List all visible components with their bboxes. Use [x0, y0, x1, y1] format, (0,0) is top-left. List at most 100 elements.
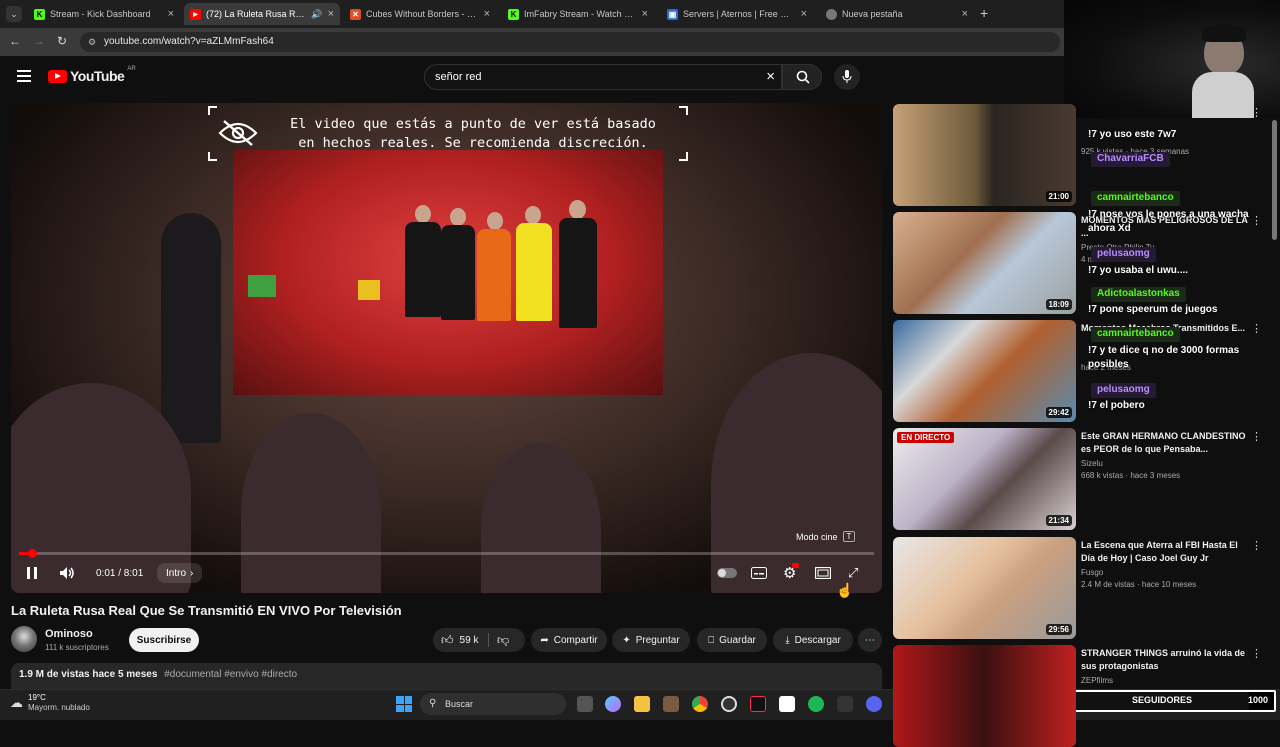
tiktok-icon[interactable] [750, 696, 766, 712]
forward-icon[interactable]: → [33, 34, 45, 48]
person-head [525, 206, 541, 224]
hd-badge [792, 563, 799, 568]
pause-button[interactable] [27, 565, 37, 581]
close-tab-icon[interactable]: × [328, 8, 334, 20]
chat-username[interactable]: pelusaomg [1091, 247, 1156, 262]
recommendation-channel[interactable]: ZEPfilms [1081, 675, 1113, 687]
new-tab-button[interactable]: + [980, 5, 988, 21]
channel-name[interactable]: Ominoso [45, 628, 93, 640]
browser-tab[interactable]: ✕ Cubes Without Borders - Mine × [344, 3, 496, 25]
voice-search-button[interactable] [834, 64, 860, 90]
video-thumbnail[interactable]: 29:56 [893, 537, 1076, 639]
channel-avatar[interactable] [11, 626, 37, 652]
close-tab-icon[interactable]: × [962, 8, 968, 20]
theater-mode-icon[interactable] [815, 565, 831, 581]
recommendation-meta: 2.4 M de vistas · hace 10 meses [1081, 580, 1197, 589]
obs-icon[interactable] [721, 696, 737, 712]
recommendation-channel[interactable]: Sizelu [1081, 458, 1103, 470]
close-tab-icon[interactable]: × [642, 8, 648, 20]
subscribe-button[interactable]: Suscribirse [129, 628, 199, 652]
clear-search-icon[interactable]: × [766, 65, 775, 89]
recommendation-title[interactable]: STRANGER THINGS arruinó la vida de sus p… [1081, 647, 1253, 673]
youtube-play-icon [48, 69, 67, 83]
progress-bar[interactable] [19, 549, 874, 558]
chat-username[interactable]: camnairtebanco [1091, 191, 1180, 206]
youtube-logo[interactable]: YouTube AR [48, 66, 136, 84]
person-head [450, 208, 466, 226]
windows-start-icon[interactable] [396, 696, 412, 712]
speaker-icon[interactable]: 🔊 [311, 9, 322, 20]
chat-username[interactable]: pelusaomg [1091, 383, 1156, 398]
duration-badge: 29:56 [1045, 624, 1072, 635]
chrome-icon[interactable] [692, 696, 708, 712]
volume-button[interactable] [59, 565, 75, 581]
tab-search-icon[interactable]: ⌄ [6, 6, 22, 22]
browser-tab[interactable]: K Stream - Kick Dashboard × [28, 3, 180, 25]
more-options-icon[interactable]: ⋮ [1251, 430, 1262, 443]
weather-widget[interactable]: ☁ 19°C Mayorm. nublado [10, 693, 90, 713]
browser-tab-active[interactable]: ▶ (72) La Ruleta Rusa Real Qu 🔊 × [184, 3, 340, 25]
video-player[interactable]: El video que estás a punto de ver está b… [11, 103, 882, 593]
chat-message: !7 yo uso este 7w7 [1088, 129, 1177, 140]
chat-username[interactable]: Adictoalastonkas [1091, 287, 1186, 302]
settings-gear-icon[interactable]: ⚙ [783, 563, 799, 582]
person-head [487, 212, 503, 230]
discord-icon[interactable] [866, 696, 882, 712]
spotify-icon[interactable] [808, 696, 824, 712]
reload-icon[interactable]: ↻ [57, 34, 67, 48]
close-tab-icon[interactable]: × [168, 8, 174, 20]
browser-tab[interactable]: K ImFabry Stream - Watch Live o × [502, 3, 654, 25]
chat-username[interactable]: camnairtebanco [1091, 327, 1180, 342]
video-thumbnail[interactable]: 21:00 [893, 104, 1076, 206]
more-options-icon[interactable]: ⋮ [1251, 647, 1262, 660]
video-thumbnail[interactable] [893, 645, 1076, 747]
file-explorer-icon[interactable] [634, 696, 650, 712]
task-view-icon[interactable] [577, 696, 593, 712]
menu-icon[interactable] [17, 70, 31, 82]
recommendation-title[interactable]: Este GRAN HERMANO CLANDESTINO es PEOR de… [1081, 430, 1253, 456]
download-button[interactable]: ⤓ Descargar [773, 628, 853, 652]
chat-username[interactable]: ChavarriaFCB [1091, 152, 1170, 167]
share-icon: ➦ [540, 634, 549, 646]
browser-tab[interactable]: Nueva pestaña × [820, 3, 974, 25]
epic-games-icon[interactable] [837, 696, 853, 712]
video-title: La Ruleta Rusa Real Que Se Transmitió EN… [11, 603, 402, 618]
autoplay-toggle[interactable] [717, 565, 737, 581]
video-thumbnail[interactable]: 18:09 [893, 212, 1076, 314]
eye-slash-icon [218, 120, 258, 146]
taskbar-search[interactable]: ⚲ Buscar [420, 693, 566, 715]
share-button[interactable]: ➦ Compartir [531, 628, 607, 652]
like-button[interactable]: 👍︎ 59 k [441, 633, 478, 648]
browser-tab[interactable]: ▣ Servers | Aternos | Free Minecra × [661, 3, 813, 25]
copilot-icon[interactable] [605, 696, 621, 712]
progress-scrubber[interactable] [27, 549, 37, 558]
like-dislike-group: 👍︎ 59 k 👎︎ [433, 628, 525, 652]
fullscreen-icon[interactable]: ⤢ [848, 565, 858, 581]
thumbs-up-icon: 👍︎ [441, 632, 454, 647]
warning-text-line1: El video que estás a punto de ver está b… [290, 116, 656, 132]
chapter-button[interactable]: Intro › [157, 563, 203, 583]
url-field[interactable]: ⚙ youtube.com/watch?v=aZLMmFash64 [80, 32, 1060, 52]
app-icon[interactable] [663, 696, 679, 712]
more-actions-button[interactable]: ⋯ [858, 628, 882, 652]
dislike-button[interactable]: 👎︎ [497, 633, 509, 648]
search-button[interactable] [782, 64, 822, 90]
more-options-icon[interactable]: ⋮ [1251, 106, 1262, 119]
site-info-icon[interactable]: ⚙ [88, 32, 96, 52]
video-thumbnail[interactable]: 29:42 [893, 320, 1076, 422]
recommendation-channel[interactable]: Fusgo [1081, 567, 1103, 579]
more-options-icon[interactable]: ⋮ [1251, 539, 1262, 552]
recommendation-title[interactable]: La Escena que Aterra al FBI Hasta El Día… [1081, 539, 1253, 565]
capcut-icon[interactable] [779, 696, 795, 712]
close-tab-icon[interactable]: × [801, 8, 807, 20]
video-stage-backdrop [233, 150, 663, 395]
subtitles-icon[interactable] [751, 565, 767, 581]
back-icon[interactable]: ← [9, 34, 21, 48]
ask-button[interactable]: ✦ Preguntar [612, 628, 690, 652]
more-options-icon[interactable]: ⋮ [1251, 322, 1262, 335]
video-thumbnail[interactable]: 21:34 EN DIRECTO [893, 428, 1076, 530]
search-input[interactable]: señor red × [424, 64, 782, 90]
chat-message: !7 yo usaba el uwu.... [1088, 265, 1189, 276]
close-tab-icon[interactable]: × [484, 8, 490, 20]
save-button[interactable]: ⎕ Guardar [697, 628, 767, 652]
